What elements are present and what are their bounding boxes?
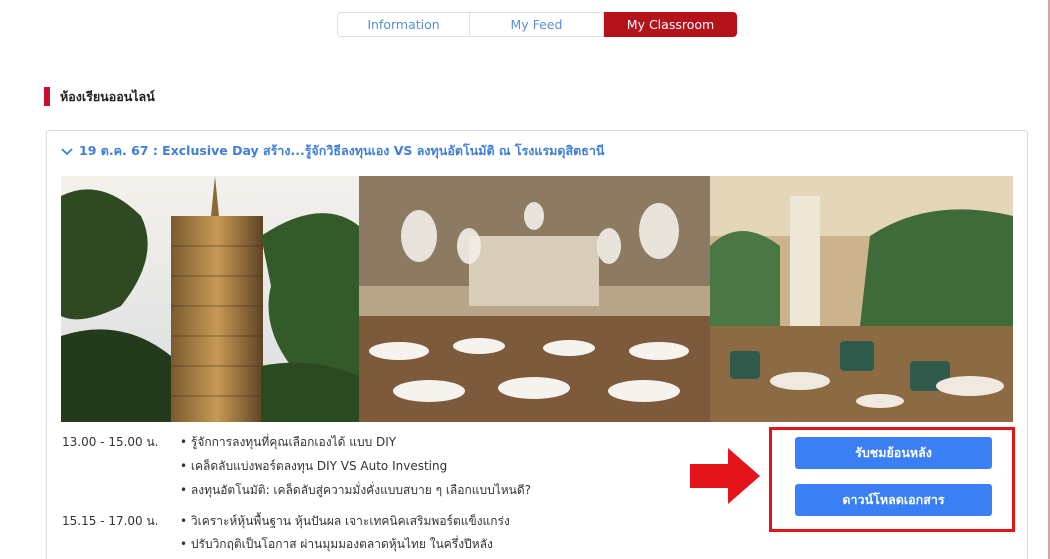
schedule-time-1: 13.00 - 15.00 น. — [62, 435, 159, 449]
tab-bar: Information My Feed My Classroom — [337, 12, 737, 37]
hotel-exterior-photo — [61, 176, 359, 422]
schedule-item: • วิเคราะห์หุ้นพื้นฐาน หุ้นปันผล เจาะเทค… — [180, 514, 510, 528]
watch-replay-button[interactable]: รับชมย้อนหลัง — [795, 437, 992, 469]
course-header[interactable]: 19 ต.ค. 67 : Exclusive Day สร้าง...รู้จั… — [59, 141, 604, 161]
schedule-item: • รู้จักการลงทุนที่คุณเลือกเองได้ แบบ DI… — [180, 435, 397, 449]
schedule-item: • ลงทุนอัตโนมัติ: เคล็ดลับสู่ความมั่งคั่… — [180, 483, 532, 497]
tab-information[interactable]: Information — [337, 12, 470, 37]
course-title[interactable]: 19 ต.ค. 67 : Exclusive Day สร้าง...รู้จั… — [79, 141, 604, 161]
tab-my-feed[interactable]: My Feed — [470, 12, 604, 37]
ballroom-photo — [359, 176, 710, 422]
schedule-item: • เคล็ดลับแบ่งพอร์ตลงทุน DIY VS Auto Inv… — [180, 459, 448, 473]
restaurant-photo — [710, 176, 1013, 422]
schedule-time-2: 15.15 - 17.00 น. — [62, 514, 159, 528]
chevron-down-icon[interactable] — [59, 143, 75, 159]
course-banner-image — [61, 176, 1013, 422]
right-arrow-icon — [690, 448, 760, 504]
section-header: ห้องเรียนออนไลน์ — [44, 87, 155, 106]
schedule-item: • ปรับวิกฤติเป็นโอกาส ผ่านมุมมองตลาดหุ้น… — [180, 537, 493, 551]
download-documents-button[interactable]: ดาวน์โหลดเอกสาร — [795, 484, 992, 516]
tab-my-classroom[interactable]: My Classroom — [604, 12, 737, 37]
section-accent-bar — [44, 87, 50, 106]
section-title: ห้องเรียนออนไลน์ — [60, 88, 155, 104]
